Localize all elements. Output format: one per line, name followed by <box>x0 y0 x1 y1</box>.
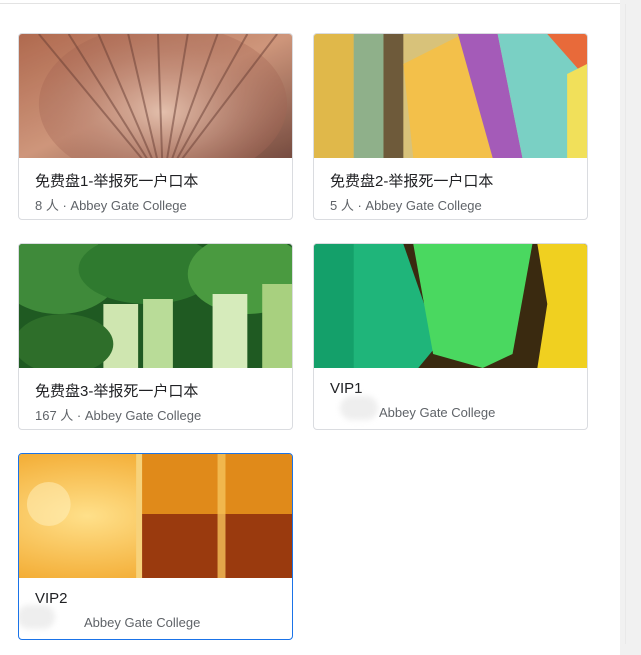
class-title[interactable]: VIP1 <box>330 380 363 397</box>
school-name: Abbey Gate College <box>70 198 187 213</box>
pencils-image <box>314 244 587 368</box>
sticky-notes-image <box>314 34 587 158</box>
scrollbar-thumb[interactable] <box>625 4 638 644</box>
class-meta: 8 人 · Abbey Gate College <box>35 198 187 213</box>
class-title[interactable]: 免费盘2-举报死一户口本 <box>330 170 493 191</box>
school-name: Abbey Gate College <box>84 615 201 630</box>
greens-image <box>19 244 292 368</box>
member-count: 167 人 <box>35 408 74 423</box>
redaction-blur <box>340 396 378 420</box>
class-card[interactable]: 免费盘3-举报死一户口本 167 人 · Abbey Gate College <box>18 243 293 430</box>
redaction-blur <box>19 605 55 629</box>
class-meta: Abbey Gate College <box>35 615 200 630</box>
school-name: Abbey Gate College <box>365 198 482 213</box>
class-card[interactable]: 免费盘2-举报死一户口本 5 人 · Abbey Gate College <box>313 33 588 220</box>
member-count: 5 人 <box>330 198 354 213</box>
class-meta: 167 人 · Abbey Gate College <box>35 408 202 423</box>
class-card[interactable]: 免费盘1-举报死一户口本 8 人 · Abbey Gate College <box>18 33 293 220</box>
class-card[interactable]: VIP1 Abbey Gate College <box>313 243 588 430</box>
glass-image <box>19 454 292 578</box>
top-divider <box>0 3 620 4</box>
school-name: Abbey Gate College <box>84 408 202 423</box>
class-card[interactable]: VIP2 Abbey Gate College <box>18 453 293 640</box>
class-title[interactable]: 免费盘1-举报死一户口本 <box>35 170 198 191</box>
member-count: 8 人 <box>35 198 59 213</box>
shell-image <box>19 34 292 158</box>
class-title[interactable]: 免费盘3-举报死一户口本 <box>35 380 198 401</box>
class-meta: 5 人 · Abbey Gate College <box>330 198 482 213</box>
